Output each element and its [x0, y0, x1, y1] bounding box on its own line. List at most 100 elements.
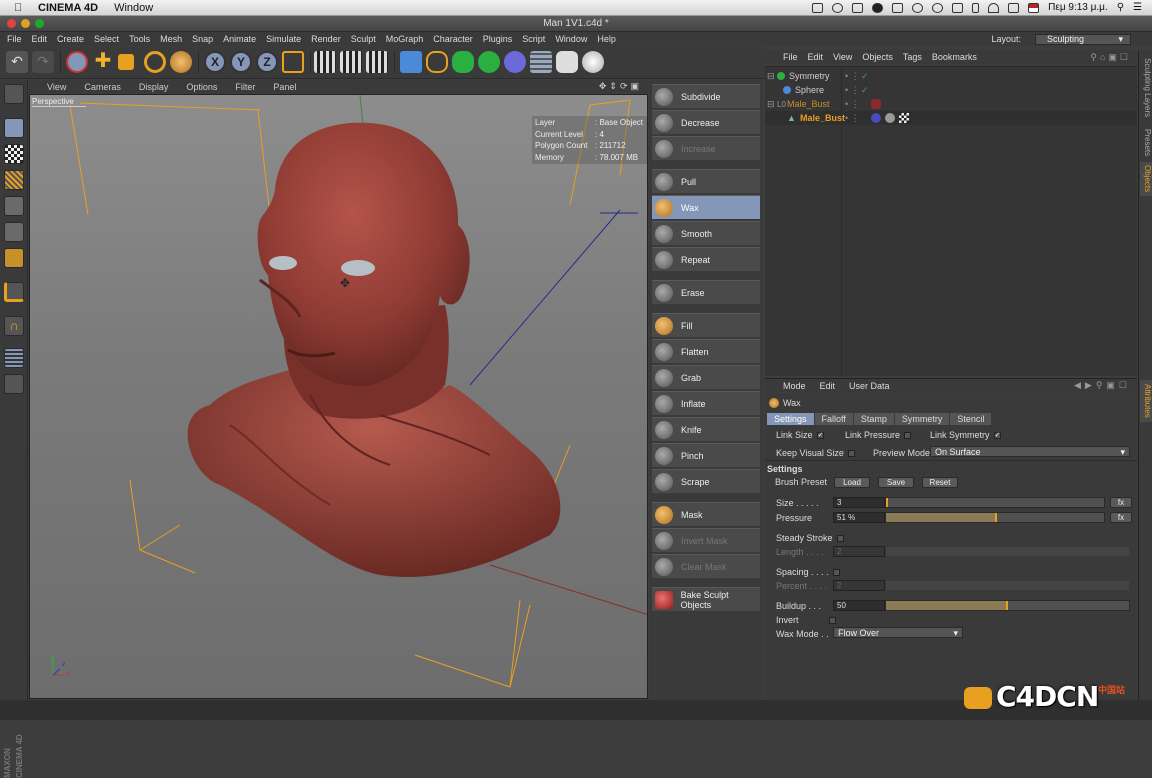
menu-mesh[interactable]: Mesh [160, 34, 182, 44]
visibility-dots[interactable]: • ⋮ [845, 99, 860, 110]
buildup-field[interactable]: 50 [833, 600, 885, 611]
cloud-icon[interactable] [872, 2, 884, 13]
close-window-button[interactable] [7, 19, 16, 28]
axis-icon[interactable] [4, 282, 24, 302]
minimize-window-button[interactable] [21, 19, 30, 28]
tab-symmetry[interactable]: Symmetry [894, 413, 950, 425]
grid-snap-icon[interactable] [4, 348, 24, 368]
menu-sculpt[interactable]: Sculpt [351, 34, 376, 44]
sculpt-tool-icon[interactable] [170, 51, 192, 73]
sculpt-tool-mask[interactable]: Mask [652, 502, 760, 526]
floor-icon[interactable] [530, 51, 552, 73]
objects-menu-file[interactable]: File [783, 52, 798, 62]
viewport-menu-view[interactable]: View [47, 82, 66, 92]
objects-menu-bookmarks[interactable]: Bookmarks [932, 52, 977, 62]
nurbs-icon[interactable] [452, 51, 474, 73]
object-name[interactable]: Symmetry [789, 71, 830, 81]
zoom-window-button[interactable] [35, 19, 44, 28]
menu-window[interactable]: Window [555, 34, 587, 44]
tab-attributes[interactable]: Attributes [1140, 380, 1152, 422]
objects-menu-objects[interactable]: Objects [862, 52, 893, 62]
objects-menu-tags[interactable]: Tags [903, 52, 922, 62]
menu-file[interactable]: File [7, 34, 22, 44]
viewport-nav-icons[interactable]: ✥⇕⟳▣ [599, 81, 642, 92]
viewport-menu-cameras[interactable]: Cameras [84, 82, 121, 92]
make-editable-icon[interactable] [4, 84, 24, 104]
material-tag-icon[interactable] [871, 113, 881, 123]
workplane-icon[interactable] [4, 170, 24, 190]
viewport-menu-display[interactable]: Display [139, 82, 169, 92]
app-menu[interactable]: CINEMA 4D [38, 2, 98, 14]
attr-menu-mode[interactable]: Mode [783, 381, 806, 391]
tab-sculpting-layers[interactable]: Sculpting Layers [1140, 52, 1152, 124]
visibility-dots[interactable]: • ⋮ [845, 113, 860, 124]
pressure-slider[interactable] [885, 512, 1105, 523]
tab-presets[interactable]: Presets [1140, 126, 1152, 160]
menu-tools[interactable]: Tools [129, 34, 150, 44]
tab-stencil[interactable]: Stencil [950, 413, 992, 425]
buildup-slider[interactable] [885, 600, 1130, 611]
menu-plugins[interactable]: Plugins [483, 34, 513, 44]
sculpt-tool-decrease[interactable]: Decrease [652, 110, 760, 134]
rotate-icon[interactable] [144, 51, 166, 73]
render-view-icon[interactable] [314, 51, 336, 73]
undo-button[interactable]: ↶ [6, 51, 28, 73]
menu-character[interactable]: Character [433, 34, 473, 44]
link-pressure-checkbox[interactable] [904, 432, 912, 440]
pressure-field[interactable]: 51 % [833, 512, 885, 523]
sculpt-tool-wax[interactable]: Wax [652, 195, 760, 219]
display-icon[interactable] [952, 2, 964, 13]
viewport-menu-panel[interactable]: Panel [273, 82, 296, 92]
menu-create[interactable]: Create [57, 34, 84, 44]
sculpt-tool-knife[interactable]: Knife [652, 417, 760, 441]
clock[interactable]: Πεμ 9:13 μ.μ. [1048, 2, 1108, 13]
sync-icon[interactable] [832, 2, 844, 13]
list-icon[interactable]: ☰ [1133, 2, 1142, 13]
menu-render[interactable]: Render [311, 34, 341, 44]
tab-stamp[interactable]: Stamp [853, 413, 894, 425]
size-slider[interactable] [885, 497, 1105, 508]
menu-help[interactable]: Help [597, 34, 616, 44]
menu-snap[interactable]: Snap [192, 34, 213, 44]
pressure-fx-button[interactable]: fx [1110, 512, 1132, 523]
tab-falloff[interactable]: Falloff [814, 413, 853, 425]
check-icon[interactable]: ✓ [861, 71, 869, 82]
sculpt-tool-flatten[interactable]: Flatten [652, 339, 760, 363]
perspective-viewport[interactable]: ✥ Perspective Layer: Base Object Current… [29, 94, 648, 699]
sound-icon[interactable] [852, 2, 864, 13]
lock-icon[interactable] [4, 374, 24, 394]
material-tag-icon[interactable] [871, 99, 881, 109]
link-symmetry-checkbox[interactable]: ✓ [993, 432, 1001, 440]
object-name[interactable]: Male_Bust [800, 113, 845, 123]
expand-icon[interactable]: ⊟ [767, 99, 777, 110]
spacing-checkbox[interactable] [832, 569, 840, 577]
visibility-dots[interactable]: • ⋮ [845, 71, 860, 82]
link-size-checkbox[interactable]: ✓ [816, 432, 824, 440]
menu-select[interactable]: Select [94, 34, 119, 44]
invert-checkbox[interactable] [828, 617, 836, 625]
viewport-menu-options[interactable]: Options [186, 82, 217, 92]
attr-nav-icons[interactable]: ◀▶⚲▣☐ [1074, 380, 1131, 391]
window-menu[interactable]: Window [114, 2, 153, 14]
bluetooth-icon[interactable] [972, 2, 980, 13]
object-row-symmetry[interactable]: ⊟ Symmetry • ⋮ ✓ [765, 69, 1137, 83]
layout-dropdown[interactable]: Sculpting ▾ [1035, 33, 1131, 45]
model-mode-icon[interactable] [4, 118, 24, 138]
load-button[interactable]: Load [834, 477, 870, 488]
object-name[interactable]: Male_Bust [787, 99, 830, 109]
y-axis-lock-icon[interactable]: Y [230, 51, 252, 73]
sculpt-tag-icon[interactable] [885, 113, 895, 123]
upload-icon[interactable] [892, 2, 904, 13]
texture-mode-icon[interactable] [4, 144, 24, 164]
size-field[interactable]: 3 [833, 497, 885, 508]
z-axis-lock-icon[interactable]: Z [256, 51, 278, 73]
edges-mode-icon[interactable] [4, 222, 24, 242]
keep-visual-checkbox[interactable] [847, 450, 855, 458]
visibility-dots[interactable]: • ⋮ [845, 85, 860, 96]
expand-icon[interactable]: ⊟ [767, 71, 777, 82]
search-icon[interactable]: ⚲ [1117, 2, 1124, 13]
menu-animate[interactable]: Animate [223, 34, 256, 44]
render-settings-icon[interactable] [366, 51, 388, 73]
sculpt-tool-subdivide[interactable]: Subdivide [652, 84, 760, 108]
spline-icon[interactable] [426, 51, 448, 73]
